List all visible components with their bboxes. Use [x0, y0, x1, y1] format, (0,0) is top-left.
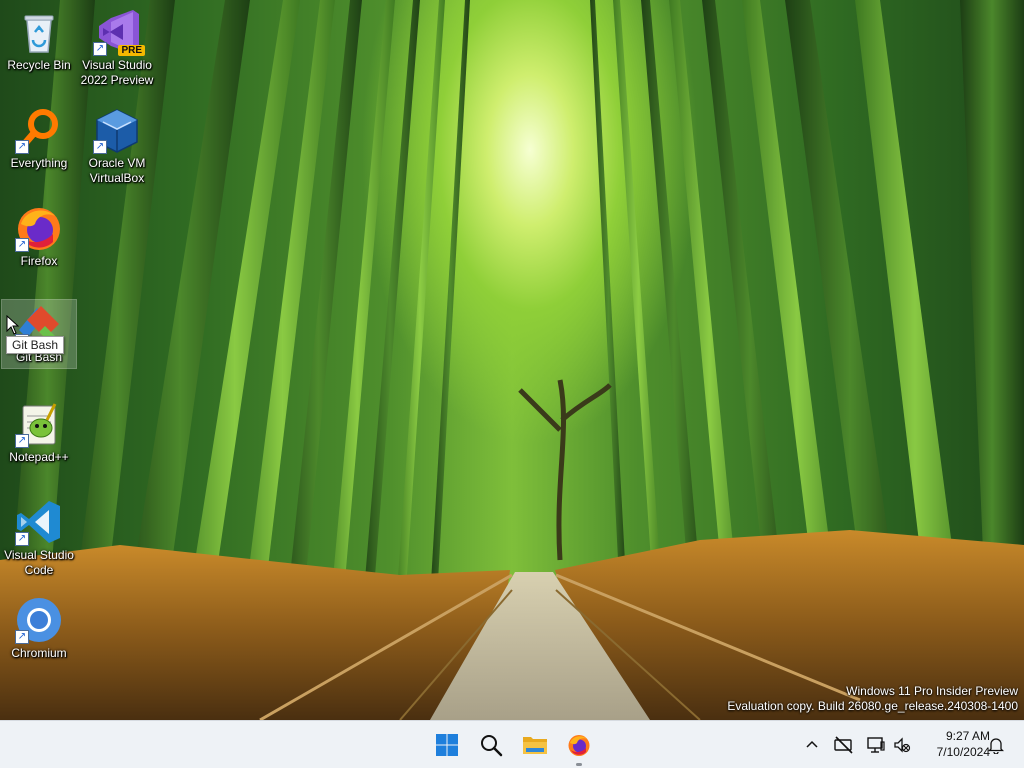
desktop-icon-oracle-vm-virtualbox[interactable]: ↗ Oracle VM VirtualBox [80, 106, 154, 186]
chromium-icon: ↗ [15, 596, 63, 644]
tooltip: Git Bash [6, 336, 65, 354]
visual-studio-preview-icon: PRE ↗ [93, 8, 145, 56]
windows-start-icon [436, 734, 458, 756]
shortcut-arrow-icon: ↗ [93, 140, 107, 154]
everything-search-icon: ↗ [15, 106, 63, 154]
show-hidden-icons-button[interactable] [800, 721, 824, 768]
shortcut-arrow-icon: ↗ [15, 532, 29, 546]
taskbar: 9:27 AM 7/10/2024 [0, 720, 1024, 768]
desktop-icon-label: Chromium [11, 646, 67, 660]
desktop-icon-recycle-bin[interactable]: Recycle Bin [2, 8, 76, 73]
watermark-edition: Windows 11 Pro Insider Preview [846, 684, 1018, 698]
vscode-icon: ↗ [15, 498, 63, 546]
desktop-icon-firefox[interactable]: ↗ Firefox [2, 204, 76, 269]
running-indicator [576, 763, 582, 766]
evaluation-watermark: Windows 11 Pro Insider Preview Evaluatio… [727, 684, 1018, 714]
firefox-icon: ↗ [15, 204, 63, 252]
search-icon [481, 735, 503, 757]
chevron-up-icon [806, 740, 818, 748]
clock-time: 9:27 AM [945, 729, 990, 743]
desktop-icon-visual-studio-2022-preview[interactable]: PRE ↗ Visual Studio 2022 Preview [80, 8, 154, 88]
desktop-icon-label: Visual Studio Code [4, 548, 74, 577]
desktop-icon-label: Recycle Bin [7, 58, 71, 72]
network-status-button[interactable] [832, 721, 856, 768]
bell-icon [988, 738, 1004, 754]
volume-muted-icon [894, 737, 911, 753]
shortcut-arrow-icon: ↗ [15, 140, 29, 154]
clock-date: 7/10/2024 [936, 745, 990, 759]
desktop-icon-label: Everything [10, 156, 68, 170]
start-button[interactable] [429, 727, 465, 763]
desktop-icon-label: Firefox [20, 254, 58, 268]
recycle-bin-icon [15, 8, 63, 56]
desktop-icon-label: Notepad++ [9, 450, 69, 464]
desktop-icon-notepad-plus-plus[interactable]: ↗ Notepad++ [2, 400, 76, 465]
notifications-button[interactable] [984, 721, 1008, 768]
shortcut-arrow-icon: ↗ [93, 42, 107, 56]
file-explorer-icon [523, 737, 547, 754]
search-button[interactable] [473, 727, 509, 763]
file-explorer-button[interactable] [517, 727, 553, 763]
desktop-icon-label: Oracle VM VirtualBox [88, 156, 146, 185]
clock[interactable]: 9:27 AM 7/10/2024 [918, 728, 990, 760]
shortcut-arrow-icon: ↗ [15, 238, 29, 252]
pointer-arrow-icon [6, 314, 20, 335]
firefox-taskbar-button[interactable] [561, 727, 597, 766]
shortcut-arrow-icon: ↗ [15, 630, 29, 644]
shortcut-arrow-icon: ↗ [15, 434, 29, 448]
virtualbox-icon: ↗ [93, 106, 141, 154]
display-button[interactable] [864, 721, 888, 768]
desktop-icon-everything[interactable]: ↗ Everything [2, 106, 76, 171]
desktop-icon-label: Visual Studio 2022 Preview [80, 58, 154, 87]
notepad-plus-plus-icon: ↗ [15, 400, 63, 448]
desktop-icon-visual-studio-code[interactable]: ↗ Visual Studio Code [2, 498, 76, 578]
desktop-icon-chromium[interactable]: ↗ Chromium [2, 596, 76, 661]
network-disconnected-icon [834, 736, 853, 754]
firefox-icon [568, 735, 590, 756]
display-icon [867, 737, 885, 753]
watermark-build: Evaluation copy. Build 26080.ge_release.… [727, 699, 1018, 713]
preview-badge: PRE [118, 45, 145, 56]
volume-button[interactable] [890, 721, 914, 768]
